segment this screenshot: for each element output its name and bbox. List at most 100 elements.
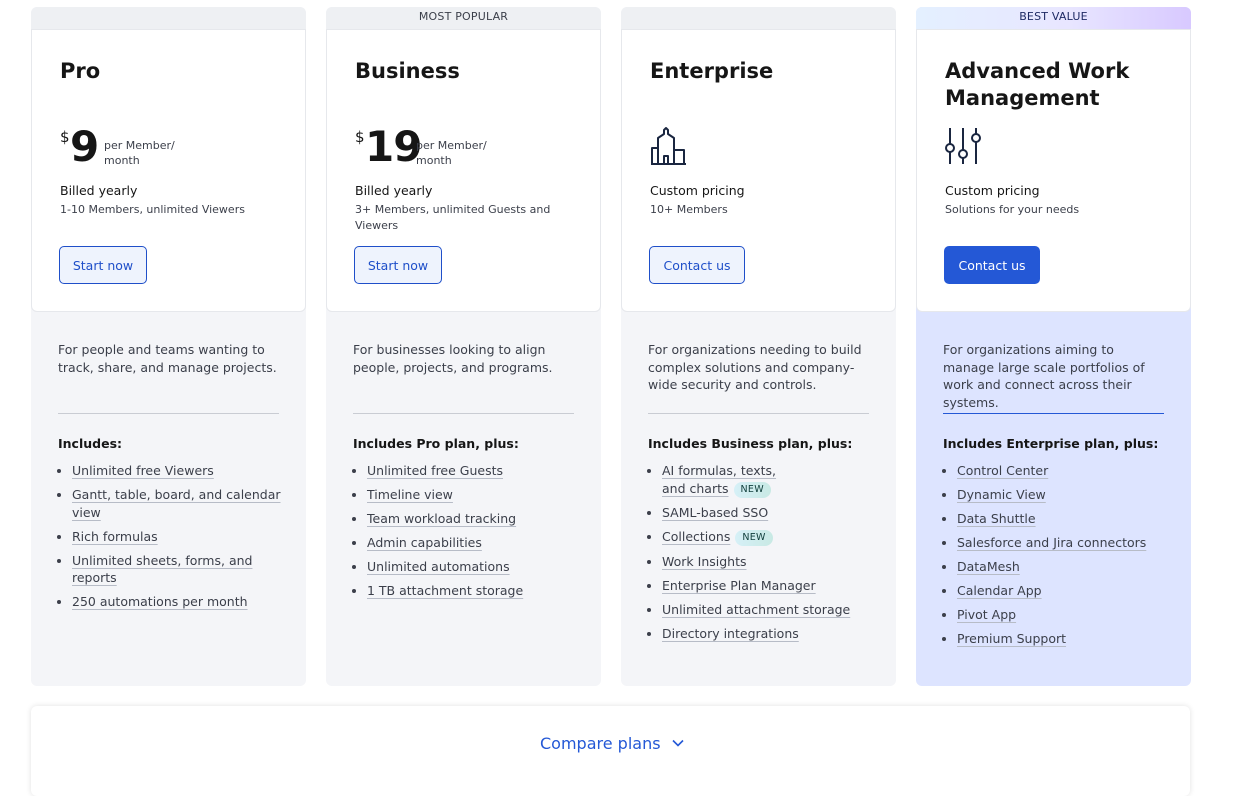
includes-label: Includes Enterprise plan, plus: (943, 436, 1159, 451)
price-period: per Member/ month (416, 139, 487, 167)
feature-link[interactable]: Dynamic View (957, 487, 1046, 502)
feature-link[interactable]: Data Shuttle (957, 511, 1036, 526)
divider (943, 413, 1164, 414)
feature-link[interactable]: Directory integrations (662, 626, 799, 641)
price-amount: 9 (70, 122, 99, 171)
member-text: 3+ Members, unlimited Guests and Viewers (355, 203, 551, 232)
compare-plans-label: Compare plans (540, 734, 661, 753)
feature-item: Enterprise Plan Manager (662, 577, 872, 595)
feature-link[interactable]: Unlimited automations (367, 559, 510, 574)
feature-link[interactable]: Salesforce and Jira connectors (957, 535, 1146, 550)
feature-list: Control Center Dynamic View Data Shuttle… (943, 462, 1167, 654)
plan-title: Pro (60, 59, 101, 83)
billing-text: Billed yearly (355, 183, 433, 198)
feature-link[interactable]: Work Insights (662, 554, 747, 569)
feature-link[interactable]: Control Center (957, 463, 1048, 478)
feature-item: Unlimited sheets, forms, and reports (72, 552, 282, 587)
feature-link[interactable]: Admin capabilities (367, 535, 482, 550)
includes-label: Includes Business plan, plus: (648, 436, 853, 451)
feature-link[interactable]: Calendar App (957, 583, 1042, 598)
new-badge: NEW (733, 481, 771, 498)
feature-link[interactable]: Timeline view (367, 487, 453, 502)
feature-link[interactable]: 1 TB attachment storage (367, 583, 523, 598)
divider (58, 413, 279, 414)
feature-link[interactable]: DataMesh (957, 559, 1020, 574)
feature-link[interactable]: Rich formulas (72, 529, 158, 544)
feature-link[interactable]: SAML-based SSO (662, 505, 768, 520)
feature-item: Pivot App (957, 606, 1167, 624)
feature-link[interactable]: Gantt, table, board, and calendar view (72, 487, 281, 520)
billing-text: Custom pricing (945, 183, 1040, 198)
feature-item: Work Insights (662, 553, 872, 571)
feature-item: DataMesh (957, 558, 1167, 576)
plan-business: MOST POPULAR Business $ 19 per Member/ m… (326, 7, 601, 686)
member-text: 10+ Members (650, 203, 728, 216)
member-text: Solutions for your needs (945, 203, 1080, 216)
feature-item: Control Center (957, 462, 1167, 480)
start-now-button[interactable]: Start now (354, 246, 442, 284)
billing-text: Custom pricing (650, 183, 745, 198)
feature-item: Rich formulas (72, 528, 282, 546)
feature-item: Unlimited free Viewers (72, 462, 282, 480)
start-now-button[interactable]: Start now (59, 246, 147, 284)
chevron-down-icon (672, 732, 684, 751)
feature-link[interactable]: Premium Support (957, 631, 1066, 646)
plan-card-header: Advanced Work Management Custom pricing … (916, 29, 1191, 312)
feature-item: Salesforce and Jira connectors (957, 534, 1167, 552)
feature-link[interactable]: Unlimited sheets, forms, and reports (72, 553, 252, 586)
plan-title: Advanced Work Management (945, 59, 1130, 110)
feature-link[interactable]: Enterprise Plan Manager (662, 578, 816, 593)
plan-banner (31, 7, 306, 29)
feature-item: Dynamic View (957, 486, 1167, 504)
feature-item: 250 automations per month (72, 593, 282, 611)
price-period: per Member/ month (104, 139, 175, 167)
feature-link[interactable]: Pivot App (957, 607, 1016, 622)
feature-item: AI formulas, texts, and chartsNEW (662, 462, 792, 498)
plan-advanced-work-management: BEST VALUE Advanced Work Management Cust… (916, 7, 1191, 686)
feature-item: Unlimited attachment storage (662, 601, 872, 619)
compare-plans-button[interactable]: Compare plans (540, 732, 684, 753)
feature-link[interactable]: Unlimited attachment storage (662, 602, 850, 617)
most-popular-banner: MOST POPULAR (326, 7, 601, 29)
divider (648, 413, 869, 414)
feature-link[interactable]: Unlimited free Viewers (72, 463, 214, 478)
plan-card-header: Pro $ 9 per Member/ month Billed yearly … (31, 29, 306, 312)
member-text: 1-10 Members, unlimited Viewers (60, 203, 245, 216)
feature-list: AI formulas, texts, and chartsNEW SAML-b… (648, 462, 872, 649)
building-icon (650, 126, 688, 170)
feature-item: Timeline view (367, 486, 577, 504)
price-currency: $ (355, 128, 365, 146)
plan-description: For businesses looking to align people, … (353, 342, 553, 375)
feature-item: Collections NEW (662, 528, 872, 546)
feature-link[interactable]: Collections (662, 529, 730, 544)
plan-title: Enterprise (650, 59, 774, 83)
feature-list: Unlimited free Viewers Gantt, table, boa… (58, 462, 282, 617)
divider (353, 413, 574, 414)
feature-item: Calendar App (957, 582, 1167, 600)
feature-link[interactable]: Unlimited free Guests (367, 463, 503, 478)
feature-link[interactable]: 250 automations per month (72, 594, 248, 609)
plan-banner (621, 7, 896, 29)
includes-label: Includes Pro plan, plus: (353, 436, 519, 451)
feature-list: Unlimited free Guests Timeline view Team… (353, 462, 577, 606)
feature-item: Unlimited automations (367, 558, 577, 576)
price-amount: 19 (365, 122, 422, 171)
new-badge: NEW (735, 530, 773, 546)
billing-text: Billed yearly (60, 183, 138, 198)
feature-item: Unlimited free Guests (367, 462, 577, 480)
contact-us-button[interactable]: Contact us (649, 246, 745, 284)
feature-item: Premium Support (957, 630, 1167, 648)
includes-label: Includes: (58, 436, 123, 451)
plan-pro: Pro $ 9 per Member/ month Billed yearly … (31, 7, 306, 686)
plan-description: For organizations aiming to manage large… (943, 342, 1145, 410)
feature-item: 1 TB attachment storage (367, 582, 577, 600)
plan-enterprise: Enterprise Custom pricing 10+ Members Co… (621, 7, 896, 686)
price-currency: $ (60, 128, 70, 146)
plan-card-header: Business $ 19 per Member/ month Billed y… (326, 29, 601, 312)
contact-us-button[interactable]: Contact us (944, 246, 1040, 284)
feature-link[interactable]: Team workload tracking (367, 511, 516, 526)
best-value-banner: BEST VALUE (916, 7, 1191, 29)
plan-title: Business (355, 59, 460, 83)
feature-item: SAML-based SSO (662, 504, 872, 522)
feature-item: Gantt, table, board, and calendar view (72, 486, 282, 521)
